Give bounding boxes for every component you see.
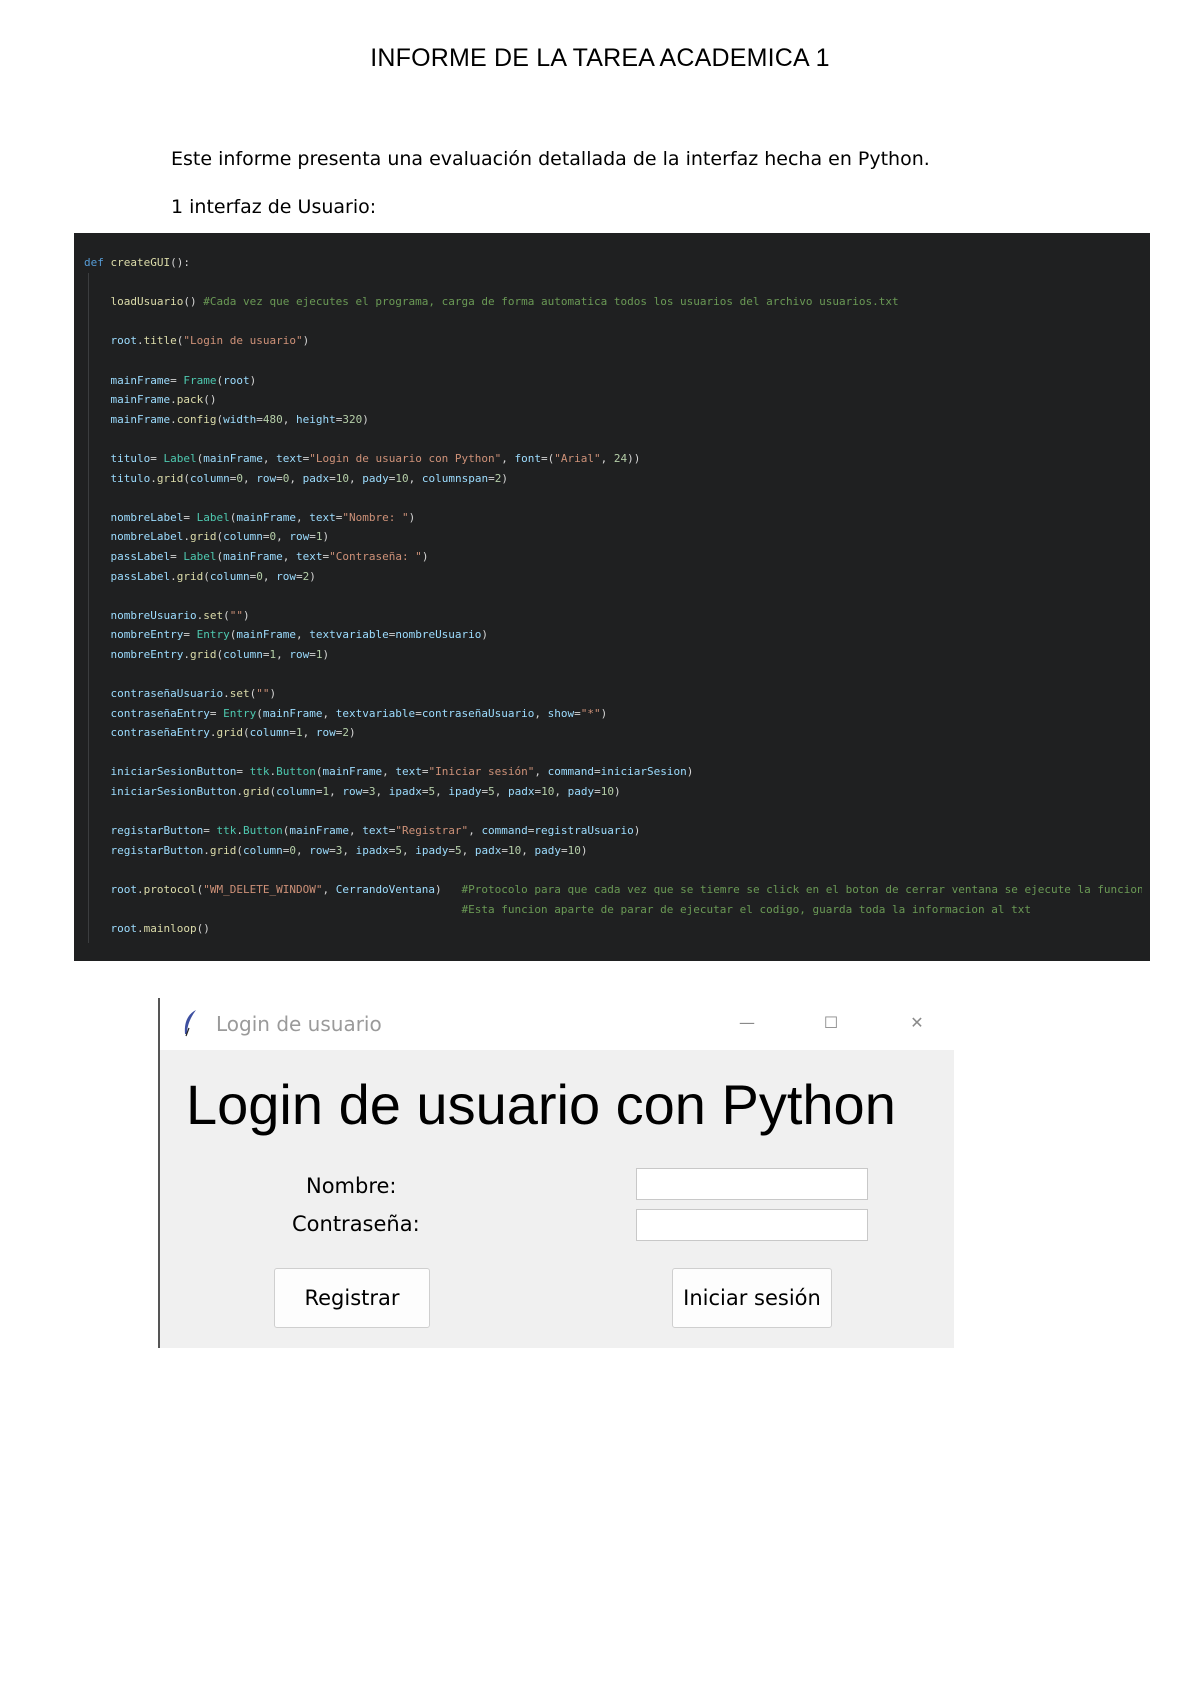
code-line: registarButton= ttk.Button(mainFrame, te… [110, 824, 641, 838]
nombre-label: Nombre: [306, 1174, 397, 1198]
code-screenshot: def createGUI(): loadUsuario() #Cada vez… [74, 233, 1150, 961]
code-line: root.title("Login de usuario") [110, 334, 310, 348]
feather-icon [184, 1010, 196, 1037]
registrar-button[interactable]: Registrar [274, 1268, 430, 1328]
code-line: root.mainloop() [110, 922, 210, 936]
code-line: root.protocol("WM_DELETE_WINDOW", Cerran… [110, 883, 1143, 896]
iniciar-sesion-button[interactable]: Iniciar sesión [672, 1268, 832, 1328]
code-line: iniciarSesionButton.grid(column=1, row=3… [110, 785, 621, 799]
password-label: Contraseña: [292, 1212, 420, 1236]
code-block: def createGUI(): loadUsuario() #Cada vez… [84, 253, 1142, 939]
code-line: mainFrame= Frame(root) [110, 373, 257, 387]
code-line: contraseñaEntry= Entry(mainFrame, textva… [110, 706, 608, 720]
code-line: passLabel.grid(column=0, row=2) [110, 569, 316, 583]
login-window: Login de usuario — ☐ ✕ Login de usuario … [158, 998, 954, 1348]
code-line: nombreLabel.grid(column=0, row=1) [110, 530, 330, 544]
code-line: mainFrame.pack() [110, 393, 217, 407]
maximize-icon[interactable]: ☐ [816, 1008, 846, 1038]
intro-paragraph: Este informe presenta una evaluación det… [171, 148, 930, 170]
password-input[interactable] [636, 1209, 868, 1241]
window-title: Login de usuario [216, 1012, 382, 1036]
code-line: nombreEntry.grid(column=1, row=1) [110, 647, 330, 661]
nombre-input[interactable] [636, 1168, 868, 1200]
window-titlebar: Login de usuario — ☐ ✕ [160, 998, 954, 1050]
close-icon[interactable]: ✕ [902, 1008, 932, 1038]
code-line: titulo.grid(column=0, row=0, padx=10, pa… [110, 471, 508, 485]
login-heading: Login de usuario con Python [186, 1073, 896, 1136]
code-line: titulo= Label(mainFrame, text="Login de … [110, 451, 641, 465]
document-title: INFORME DE LA TAREA ACADEMICA 1 [370, 44, 830, 72]
code-line: iniciarSesionButton= ttk.Button(mainFram… [110, 765, 694, 779]
section-heading: 1 interfaz de Usuario: [171, 196, 377, 218]
code-line: contraseñaUsuario.set("") [110, 687, 277, 701]
code-line: mainFrame.config(width=480, height=320) [110, 412, 369, 426]
code-line: contraseñaEntry.grid(column=1, row=2) [110, 726, 356, 740]
code-line: nombreUsuario.set("") [110, 608, 250, 622]
code-line: def createGUI(): [84, 256, 190, 269]
code-line: passLabel= Label(mainFrame, text="Contra… [110, 549, 429, 563]
code-line: registarButton.grid(column=0, row=3, ipa… [110, 843, 588, 857]
code-line: loadUsuario() #Cada vez que ejecutes el … [110, 295, 899, 309]
code-line: nombreEntry= Entry(mainFrame, textvariab… [110, 628, 489, 642]
minimize-icon[interactable]: — [732, 1008, 762, 1038]
code-line: nombreLabel= Label(mainFrame, text="Nomb… [110, 510, 416, 524]
code-line: #Esta funcion aparte de parar de ejecuta… [461, 902, 1032, 916]
